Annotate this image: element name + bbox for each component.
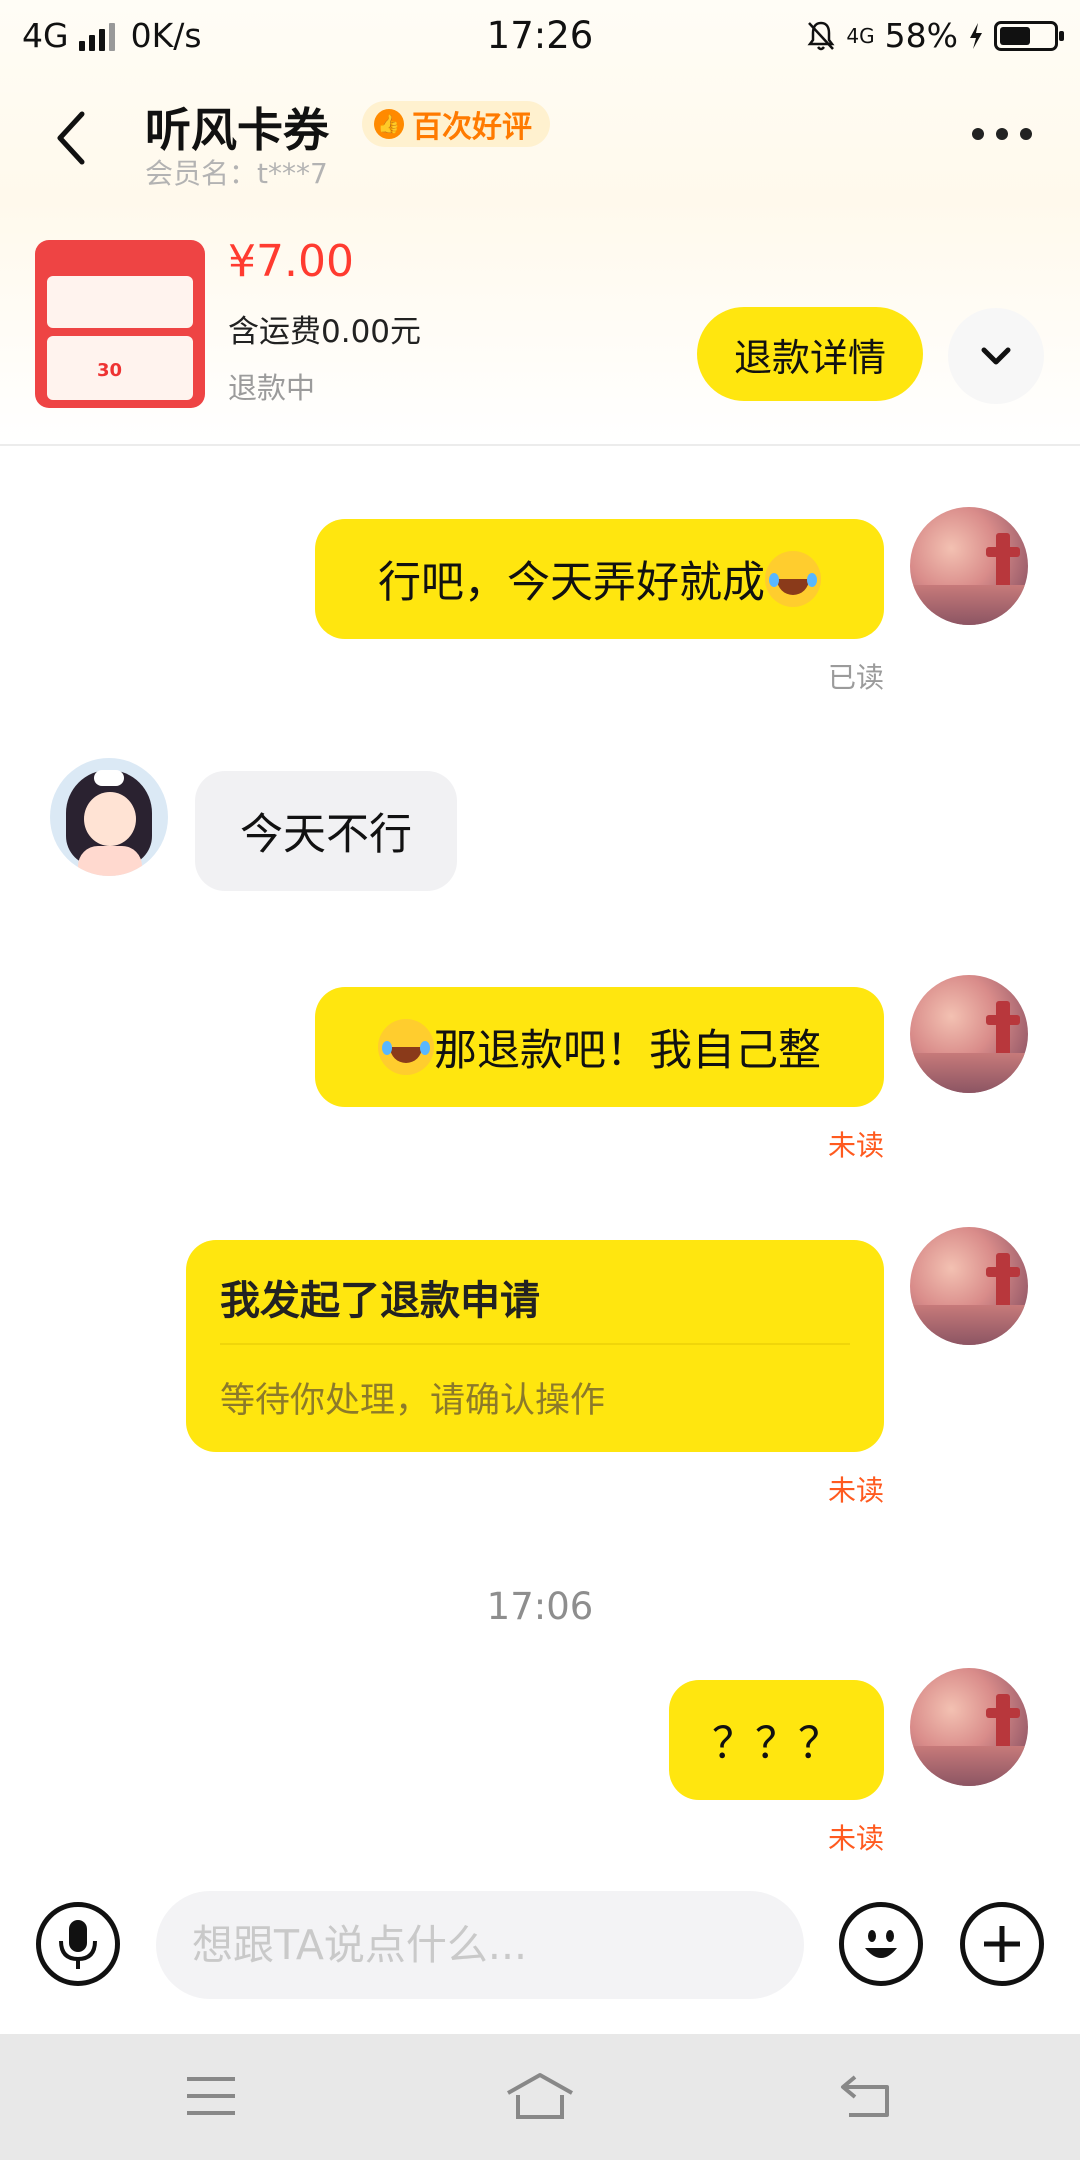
unread-status: 未读 — [827, 1129, 884, 1162]
system-nav-bar — [0, 2034, 1080, 2160]
status-bar: 4G 0K/s 17:26 4G 58% — [0, 0, 1080, 72]
emoji-icon[interactable] — [839, 1902, 923, 1986]
my-avatar[interactable] — [910, 975, 1028, 1093]
time-separator: 17:06 — [486, 1585, 594, 1628]
refund-card-divider — [220, 1343, 850, 1345]
message-bubble-incoming[interactable]: 今天不行 — [195, 771, 457, 891]
my-avatar[interactable] — [910, 1668, 1028, 1786]
refund-details-button[interactable]: 退款详情 — [697, 307, 923, 401]
more-icon[interactable] — [972, 128, 1032, 140]
back-nav-icon[interactable] — [827, 2064, 907, 2128]
microphone-icon[interactable] — [36, 1902, 120, 1986]
message-input[interactable] — [156, 1891, 804, 1999]
shop-name[interactable]: 听风卡券 — [145, 94, 329, 160]
laugh-cry-emoji-icon — [378, 1019, 434, 1075]
plus-icon[interactable] — [960, 1902, 1044, 1986]
refund-card-subtitle: 等待你处理，请确认操作 — [220, 1381, 606, 1421]
battery-icon — [994, 20, 1064, 51]
shipping-fee: 含运费0.00元 — [228, 314, 422, 350]
my-avatar[interactable] — [910, 507, 1028, 625]
message-text: 那退款吧！我自己整 — [434, 1026, 821, 1076]
menu-icon[interactable] — [171, 2064, 251, 2128]
status-right: 4G 58% — [806, 16, 1064, 55]
message-bubble-outgoing[interactable]: 行吧，今天弄好就成 — [315, 519, 884, 639]
message-text: 行吧，今天弄好就成 — [378, 558, 765, 608]
refund-card-title: 我发起了退款申请 — [220, 1278, 540, 1324]
refund-status: 退款中 — [228, 371, 316, 405]
charging-icon — [970, 22, 982, 49]
unread-status: 未读 — [827, 1474, 884, 1507]
unread-status: 未读 — [827, 1822, 884, 1855]
battery-percent: 58% — [884, 16, 958, 55]
home-icon[interactable] — [500, 2064, 580, 2128]
read-status: 已读 — [827, 661, 884, 694]
order-price: ¥7.00 — [228, 236, 354, 287]
product-thumbnail[interactable]: 30 — [35, 240, 205, 408]
chevron-down-icon — [981, 347, 1011, 365]
seller-avatar[interactable] — [50, 758, 168, 876]
expand-button[interactable] — [948, 308, 1044, 404]
message-bubble-outgoing[interactable]: 那退款吧！我自己整 — [315, 987, 884, 1107]
rating-badge[interactable]: 👍 百次好评 — [362, 101, 550, 147]
header-divider — [0, 444, 1080, 446]
thumbs-up-icon: 👍 — [374, 109, 404, 139]
back-icon[interactable] — [52, 110, 92, 166]
badge-label: 百次好评 — [412, 110, 532, 145]
laugh-cry-emoji-icon — [765, 551, 821, 607]
network-type-2: 4G — [846, 23, 875, 48]
mute-bell-icon — [807, 21, 835, 50]
member-name: 会员名：t***7 — [145, 157, 328, 190]
thumbnail-number: 30 — [97, 360, 123, 381]
message-bubble-outgoing[interactable]: ？？？ — [669, 1680, 884, 1800]
refund-request-card[interactable]: 我发起了退款申请 等待你处理，请确认操作 — [186, 1240, 884, 1452]
my-avatar[interactable] — [910, 1227, 1028, 1345]
